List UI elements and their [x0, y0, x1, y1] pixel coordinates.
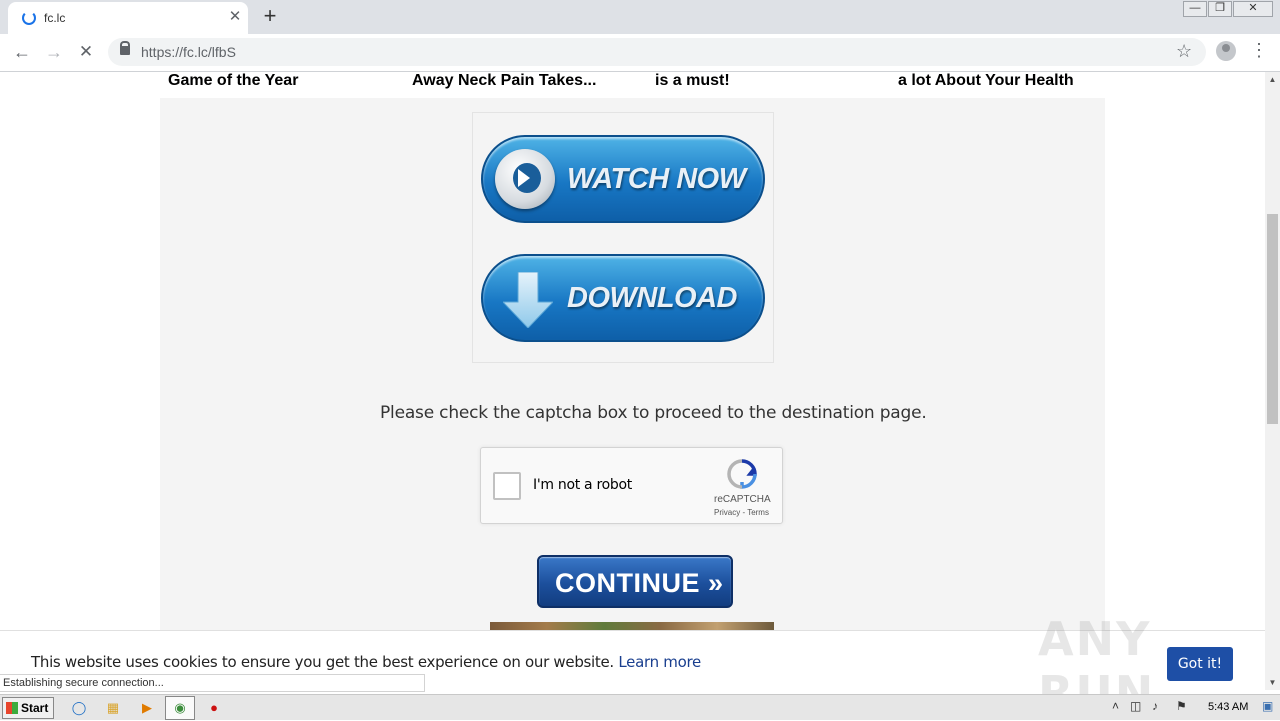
download-button[interactable]: DOWNLOAD [481, 254, 765, 342]
download-arrow-icon [503, 272, 553, 328]
windows-logo-icon [6, 702, 18, 714]
close-window-button[interactable]: ✕ [1233, 1, 1273, 17]
windows-taskbar: Start ◯ ▦ ▶ ◉ ● ˄ ◫ ♪ ⚑ 5:43 AM ▣ [0, 694, 1280, 720]
continue-button[interactable]: CONTINUE » [537, 555, 733, 608]
internet-explorer-icon[interactable]: ◯ [68, 698, 90, 718]
recaptcha-widget: I'm not a robot reCAPTCHA Privacy - Term… [480, 447, 783, 524]
headline-link[interactable]: Away Neck Pain Takes... [412, 72, 596, 90]
network-icon[interactable]: ◫ [1130, 699, 1141, 713]
tab-title: fc.lc [44, 11, 66, 25]
page-viewport: Game of the Year Away Neck Pain Takes...… [0, 72, 1265, 690]
recaptcha-brand: reCAPTCHA [714, 494, 771, 505]
scrollbar-thumb[interactable] [1267, 214, 1278, 424]
play-triangle-icon [518, 169, 530, 187]
menu-kebab-icon[interactable]: ⋮ [1250, 40, 1268, 61]
headline-row: Game of the Year Away Neck Pain Takes...… [160, 72, 1105, 98]
lock-icon[interactable] [120, 41, 130, 55]
scroll-up-arrow-icon[interactable]: ▲ [1265, 72, 1280, 87]
status-bubble: Establishing secure connection... [0, 674, 425, 692]
headline-link[interactable]: is a must! [655, 72, 730, 90]
opera-icon[interactable]: ● [203, 698, 225, 718]
ad-button-box: WATCH NOW DOWNLOAD [472, 112, 774, 363]
file-explorer-icon[interactable]: ▦ [102, 698, 124, 718]
cookie-text: This website uses cookies to ensure you … [31, 653, 701, 671]
profile-avatar[interactable] [1216, 41, 1236, 61]
forward-arrow-icon[interactable]: → [42, 40, 66, 64]
watch-now-button[interactable]: WATCH NOW [481, 135, 765, 223]
recaptcha-checkbox[interactable] [493, 472, 521, 500]
stop-loading-icon[interactable]: ✕ [74, 40, 98, 64]
cookie-message: This website uses cookies to ensure you … [31, 653, 614, 671]
system-tray: ˄ ◫ ♪ ⚑ 5:43 AM ▣ [1104, 695, 1280, 721]
start-label: Start [21, 701, 49, 715]
continue-label: CONTINUE » [555, 568, 724, 598]
action-center-flag-icon[interactable]: ⚑ [1176, 699, 1187, 713]
minimize-button[interactable]: — [1183, 1, 1207, 17]
loading-spinner-icon [22, 11, 36, 25]
headline-link[interactable]: Game of the Year [168, 72, 298, 90]
volume-icon[interactable]: ♪ [1152, 699, 1158, 713]
page-scrollbar[interactable]: ▲ ▼ [1265, 72, 1280, 690]
tab-close-icon[interactable]: ✕ [226, 8, 244, 26]
headline-link[interactable]: a lot About Your Health [898, 72, 1074, 90]
show-desktop-icon[interactable]: ▣ [1262, 699, 1273, 713]
media-player-icon[interactable]: ▶ [136, 698, 158, 718]
download-label: DOWNLOAD [567, 282, 737, 314]
bookmark-star-icon[interactable]: ☆ [1176, 41, 1192, 62]
back-arrow-icon[interactable]: ← [10, 40, 34, 64]
browser-toolbar: ← → ✕ https://fc.lc/lfbS ☆ ⋮ [0, 34, 1280, 72]
address-bar[interactable]: https://fc.lc/lfbS ☆ [108, 38, 1206, 66]
restore-button[interactable]: ❐ [1208, 1, 1232, 17]
recaptcha-logo-icon [727, 459, 757, 489]
url-text[interactable]: https://fc.lc/lfbS [141, 44, 236, 60]
learn-more-link[interactable]: Learn more [618, 653, 701, 671]
tray-chevron-icon[interactable]: ˄ [1112, 699, 1119, 713]
captcha-message: Please check the captcha box to proceed … [380, 403, 927, 423]
tab-strip: fc.lc ✕ + — ❐ ✕ [0, 0, 1280, 34]
clock[interactable]: 5:43 AM [1208, 701, 1248, 713]
new-tab-button[interactable]: + [258, 5, 282, 29]
recaptcha-label: I'm not a robot [533, 477, 632, 493]
chrome-icon[interactable]: ◉ [169, 698, 191, 718]
watch-now-label: WATCH NOW [567, 163, 746, 195]
start-button[interactable]: Start [2, 697, 54, 719]
browser-tab[interactable]: fc.lc ✕ [8, 2, 248, 34]
recaptcha-privacy-terms-link[interactable]: Privacy - Terms [714, 508, 769, 517]
